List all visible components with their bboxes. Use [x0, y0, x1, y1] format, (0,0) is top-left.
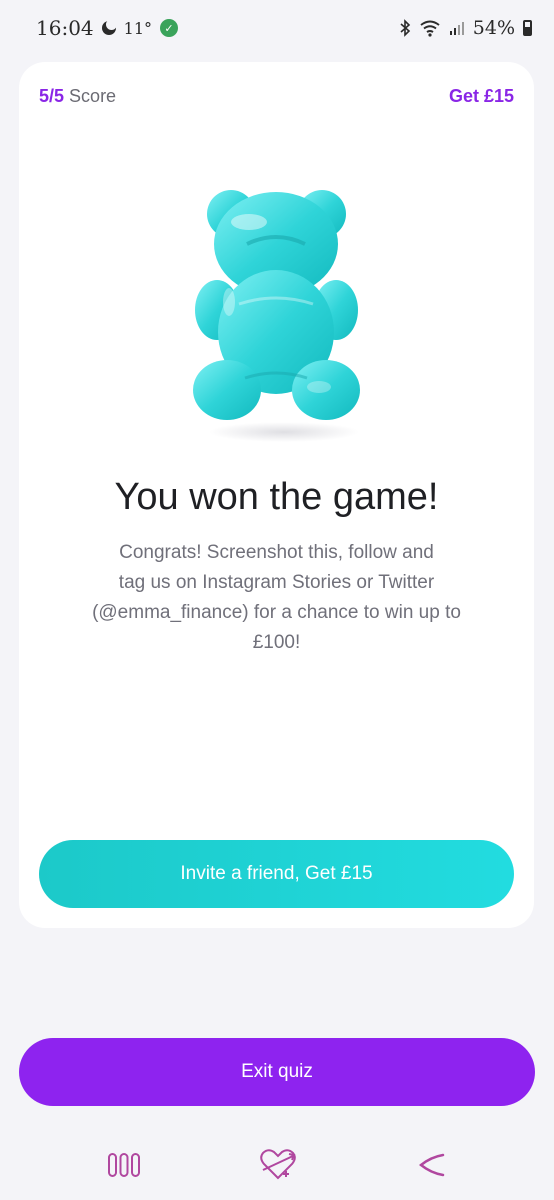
gummy-bear-illustration [189, 182, 364, 442]
invite-friend-button[interactable]: Invite a friend, Get £15 [39, 840, 514, 908]
status-left: 16:04 11° ✓ [36, 16, 178, 40]
wifi-icon [420, 20, 440, 37]
battery-icon [523, 20, 532, 36]
description-line: tag us on Instagram Stories or Twitter [118, 572, 435, 593]
result-headline: You won the game! [114, 476, 439, 518]
recent-apps-button[interactable] [102, 1148, 146, 1182]
moon-icon [101, 19, 117, 35]
score-label: Score [69, 86, 117, 106]
back-icon [418, 1153, 445, 1177]
status-right: 54% [399, 17, 532, 39]
status-bar: 16:04 11° ✓ 54% [0, 0, 554, 56]
battery-percent: 54% [472, 17, 515, 39]
clock: 16:04 [36, 16, 94, 40]
gummy-bear-icon [193, 190, 360, 442]
home-button[interactable] [256, 1148, 300, 1182]
description-line: £100! [252, 632, 301, 653]
signal-icon [449, 22, 464, 35]
get-reward-link[interactable]: Get £15 [449, 86, 514, 107]
result-card: 5/5 Score Get £15 You won the game! Cong… [19, 62, 534, 928]
score-indicator: 5/5 Score [39, 86, 116, 107]
result-description: Congrats! Screenshot this, follow and ta… [59, 538, 494, 658]
system-nav-bar [0, 1130, 554, 1200]
description-line: Congrats! Screenshot this, follow and [119, 542, 434, 563]
description-line: (@emma_finance) for a chance to win up t… [92, 602, 461, 623]
bluetooth-icon [400, 19, 410, 37]
home-icon [260, 1149, 296, 1180]
exit-quiz-button[interactable]: Exit quiz [19, 1038, 535, 1106]
temperature: 11° [123, 18, 152, 38]
score-value: 5/5 [39, 86, 65, 106]
recent-apps-icon [108, 1153, 140, 1177]
back-button[interactable] [410, 1148, 454, 1182]
leaf-icon: ✓ [160, 19, 178, 37]
